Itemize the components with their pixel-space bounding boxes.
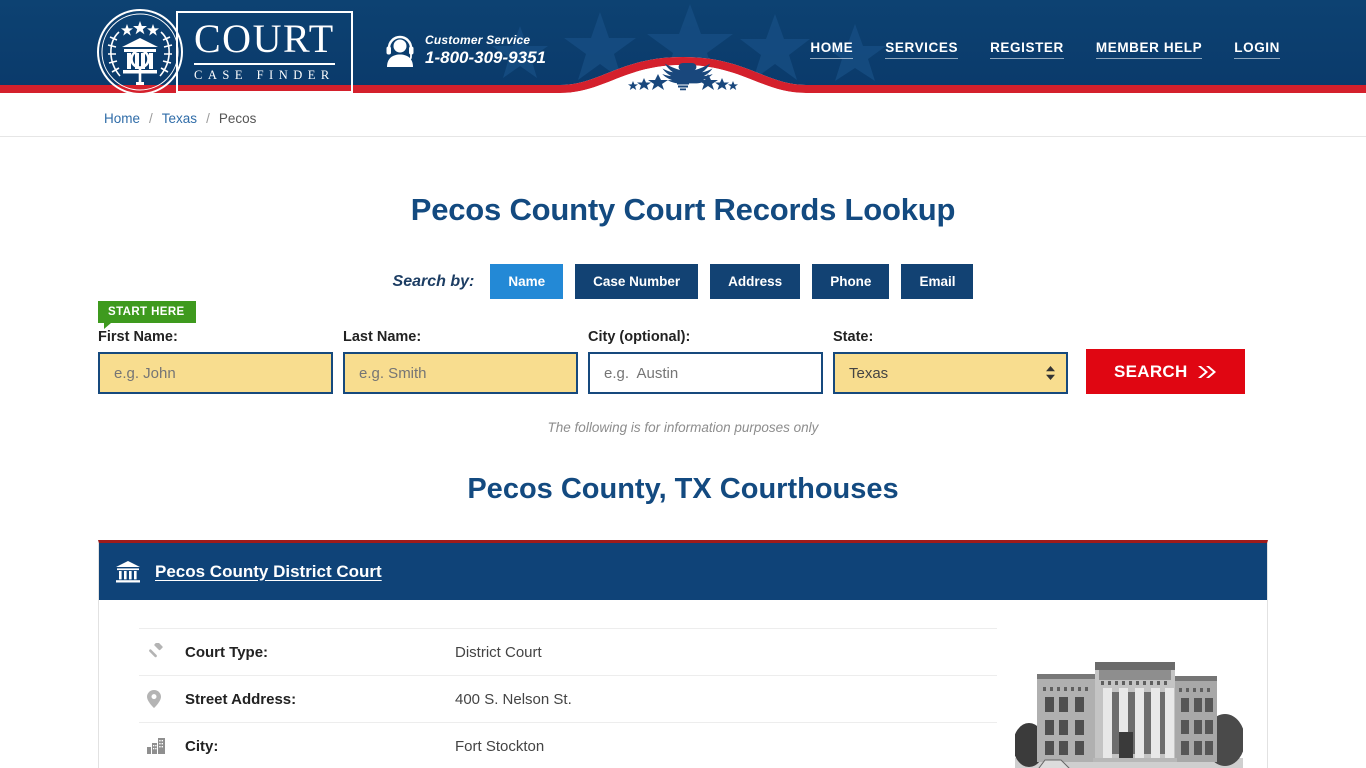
city-label: City (optional):	[588, 329, 691, 345]
double-chevron-right-icon	[1197, 365, 1216, 378]
state-field-group: State: Texas	[833, 329, 1068, 394]
city-input[interactable]	[588, 352, 823, 394]
state-select-value: Texas	[849, 364, 889, 382]
courthouse-photo-container	[997, 628, 1243, 768]
city-buildings-icon	[147, 738, 185, 754]
start-here-badge: START HERE	[98, 301, 196, 329]
courthouse-photo	[1015, 640, 1243, 768]
breadcrumb-item-texas[interactable]: Texas	[162, 111, 197, 126]
court-card-body: Court Type: District Court Street Addres…	[99, 600, 1267, 768]
court-card-title-link[interactable]: Pecos County District Court	[155, 562, 382, 582]
map-pin-icon	[147, 690, 185, 708]
customer-service-phone[interactable]: 1-800-309-9351	[425, 48, 546, 68]
main-nav: HOME SERVICES REGISTER MEMBER HELP LOGIN	[810, 40, 1280, 59]
breadcrumb-item-home[interactable]: Home	[104, 111, 140, 126]
tab-address[interactable]: Address	[710, 264, 801, 299]
chevron-updown-icon	[1045, 365, 1056, 381]
state-select[interactable]: Texas	[833, 352, 1068, 394]
court-detail-label: Court Type:	[185, 643, 269, 661]
customer-service-text: Customer Service 1-800-309-9351	[425, 33, 546, 68]
last-name-field-group: Last Name:	[343, 329, 578, 394]
breadcrumb: Home / Texas / Pecos	[0, 101, 1366, 137]
logo-divider	[194, 63, 335, 65]
courthouse-bank-icon	[116, 560, 140, 582]
search-button-label: SEARCH	[1114, 361, 1188, 381]
gavel-icon	[147, 643, 185, 661]
court-detail-row: Court Type: District Court	[139, 628, 997, 675]
logo-wordmark: COURT CASE FINDER	[176, 11, 353, 93]
court-card: Pecos County District Court Court Type: …	[98, 540, 1268, 768]
nav-item-login[interactable]: LOGIN	[1234, 40, 1280, 59]
eagle-emblem-icon	[628, 63, 738, 91]
logo-sub-text: CASE FINDER	[194, 68, 335, 82]
customer-service-label: Customer Service	[425, 33, 531, 47]
section-title: Pecos County, TX Courthouses	[467, 473, 899, 505]
nav-item-home[interactable]: HOME	[810, 40, 854, 59]
breadcrumb-separator: /	[206, 111, 210, 126]
court-detail-row: City: Fort Stockton	[139, 722, 997, 768]
site-header: COURT CASE FINDER Customer Service 1-800…	[0, 0, 1366, 101]
city-field-group: City (optional):	[588, 329, 823, 394]
site-logo[interactable]: COURT CASE FINDER	[96, 8, 353, 96]
customer-service-block: Customer Service 1-800-309-9351	[385, 33, 546, 68]
court-detail-value: District Court	[455, 643, 542, 661]
tab-name[interactable]: Name	[490, 264, 564, 299]
court-card-header: Pecos County District Court	[99, 543, 1267, 600]
search-button[interactable]: SEARCH	[1086, 349, 1245, 394]
court-detail-value: Fort Stockton	[455, 737, 545, 755]
headset-support-icon	[386, 35, 414, 67]
court-detail-row: Street Address: 400 S. Nelson St.	[139, 675, 997, 722]
breadcrumb-item-pecos: Pecos	[218, 111, 257, 126]
tab-phone[interactable]: Phone	[812, 264, 890, 299]
first-name-field-group: First Name:	[98, 329, 333, 394]
search-by-label: Search by:	[392, 272, 475, 290]
tab-email[interactable]: Email	[901, 264, 974, 299]
court-detail-label: Street Address:	[185, 690, 297, 708]
search-form: First Name: Last Name: City (optional): …	[98, 329, 1268, 394]
last-name-label: Last Name:	[343, 329, 422, 345]
last-name-input[interactable]	[343, 352, 578, 394]
court-detail-rows: Court Type: District Court Street Addres…	[139, 628, 997, 768]
first-name-input[interactable]	[98, 352, 333, 394]
court-detail-value: 400 S. Nelson St.	[455, 690, 572, 708]
court-detail-label: City:	[185, 737, 219, 755]
page-title: Pecos County Court Records Lookup	[410, 192, 956, 227]
main-content: Pecos County Court Records Lookup Search…	[98, 192, 1268, 768]
tab-case-number[interactable]: Case Number	[575, 264, 699, 299]
court-seal-icon	[97, 9, 183, 95]
logo-main-text: COURT	[194, 16, 335, 61]
nav-item-register[interactable]: REGISTER	[990, 40, 1064, 59]
state-label: State:	[833, 329, 874, 345]
breadcrumb-separator: /	[149, 111, 153, 126]
search-by-tabs: Search by: Name Case Number Address Phon…	[98, 264, 1268, 299]
nav-item-member-help[interactable]: MEMBER HELP	[1095, 40, 1203, 59]
nav-item-services[interactable]: SERVICES	[885, 40, 959, 59]
info-notice: The following is for information purpose…	[547, 420, 819, 435]
first-name-label: First Name:	[98, 329, 178, 345]
